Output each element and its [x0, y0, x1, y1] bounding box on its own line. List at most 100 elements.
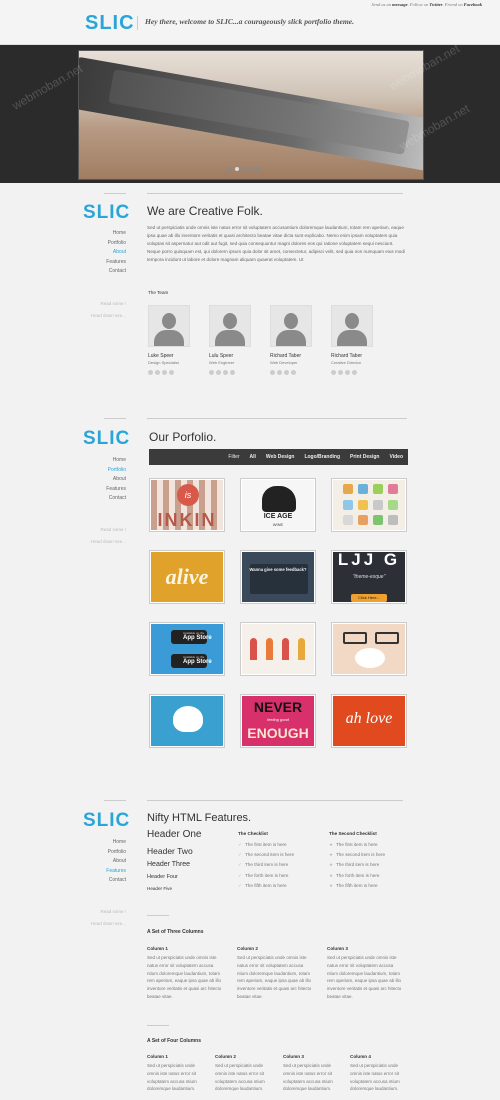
social-icon[interactable]: [148, 370, 153, 375]
app-icon: [373, 515, 383, 526]
nav-contact[interactable]: Contact: [82, 876, 126, 886]
social-icon[interactable]: [345, 370, 350, 375]
social-icon[interactable]: [331, 370, 336, 375]
social-icon[interactable]: [338, 370, 343, 375]
side-link[interactable]: Head down see...: [82, 536, 126, 548]
social-icon[interactable]: [223, 370, 228, 375]
checklist-item: ✓ The fifth item is here: [238, 881, 294, 891]
header-five: Header Five: [147, 886, 173, 891]
side-links: Read some ! Head down see...: [82, 906, 126, 930]
column-text: Sed ut perspiciatis unde omnis iste natu…: [327, 955, 402, 999]
nav-home[interactable]: Home: [82, 229, 126, 239]
nav-home[interactable]: Home: [82, 456, 126, 466]
portfolio-thumb[interactable]: LJJ G "theme-esque" Click Here...: [331, 550, 407, 604]
column: Column 1 Sed ut perspiciatis unde omnis …: [147, 946, 223, 1001]
side-links: Read some ! Head down see...: [82, 298, 126, 322]
rocket-icon: [266, 638, 273, 660]
filter-items: Filter All Web Design Logo/Branding Prin…: [223, 449, 408, 465]
slider-dot[interactable]: [249, 167, 253, 171]
side-link[interactable]: Read some !: [82, 298, 126, 310]
side-link[interactable]: Read some !: [82, 906, 126, 918]
checklist-item: ★ The third item is here: [329, 860, 385, 870]
nav-contact[interactable]: Contact: [82, 494, 126, 504]
column-title: Column 2: [237, 946, 258, 951]
member-name: Richard Taber: [331, 353, 363, 359]
portfolio-thumb[interactable]: [149, 694, 225, 748]
member-role: Creative Director: [331, 360, 362, 365]
side-link[interactable]: Read some !: [82, 524, 126, 536]
nav-features[interactable]: Features: [82, 258, 126, 268]
avatar: [209, 305, 251, 347]
side-link[interactable]: Head down see...: [82, 310, 126, 322]
nav-portfolio[interactable]: Portfolio: [82, 848, 126, 858]
portfolio-thumb[interactable]: ah love: [331, 694, 407, 748]
slider-dot[interactable]: [242, 167, 246, 171]
nav-about[interactable]: About: [82, 248, 126, 258]
section-logo[interactable]: SLIC: [83, 202, 130, 224]
social-icon[interactable]: [230, 370, 235, 375]
nav-contact[interactable]: Contact: [82, 267, 126, 277]
column: Column 3 Sed ut perspiciatis unde omnis …: [327, 946, 403, 1001]
portfolio-thumb[interactable]: [331, 622, 407, 676]
checklist: ✓ The first item is here ✓ The second item…: [238, 840, 294, 891]
portfolio-thumb[interactable]: INKIN is: [149, 478, 225, 532]
column: Column 4 Sed ut perspiciatis unde omnis …: [350, 1054, 408, 1093]
slider-dot[interactable]: [228, 167, 232, 171]
side-link[interactable]: Head down see...: [82, 918, 126, 930]
app-icon: [358, 484, 368, 494]
facebook-link[interactable]: Facebook: [464, 2, 482, 7]
section-logo[interactable]: SLIC: [83, 810, 130, 832]
portfolio-thumb[interactable]: [240, 622, 316, 676]
portfolio-thumb[interactable]: NEVER feeling good ENOUGH: [240, 694, 316, 748]
member-role: Web Engineer: [209, 360, 235, 365]
social-icons: [148, 370, 190, 375]
portfolio-thumb[interactable]: ICE AGE WINE: [240, 478, 316, 532]
twitter-link[interactable]: Twitter: [429, 2, 442, 7]
filter-all[interactable]: All: [245, 454, 261, 460]
nav-about[interactable]: About: [82, 857, 126, 867]
section-logo[interactable]: SLIC: [83, 428, 130, 450]
social-icon[interactable]: [216, 370, 221, 375]
thumb-title: LJJ G: [337, 552, 401, 569]
site-logo[interactable]: SLIC: [85, 12, 135, 35]
social-icon[interactable]: [291, 370, 296, 375]
social-icon[interactable]: [270, 370, 275, 375]
filter-logo-branding[interactable]: Logo/Branding: [299, 454, 345, 460]
section-title: We are Creative Folk.: [147, 204, 263, 218]
social-icon[interactable]: [169, 370, 174, 375]
message-link[interactable]: message: [392, 2, 408, 7]
member-role: Design Specialist: [148, 360, 179, 365]
social-icon[interactable]: [155, 370, 160, 375]
nav-portfolio[interactable]: Portfolio: [82, 466, 126, 476]
social-icon[interactable]: [352, 370, 357, 375]
star-icon: ★: [329, 882, 334, 888]
four-columns-title: A Set of Four Columns: [147, 1038, 201, 1044]
filter-web-design[interactable]: Web Design: [261, 454, 300, 460]
portfolio-thumb[interactable]: [331, 478, 407, 532]
portfolio-thumb[interactable]: alive: [149, 550, 225, 604]
social-icon[interactable]: [209, 370, 214, 375]
rocket-icon: [298, 638, 305, 660]
nav-portfolio[interactable]: Portfolio: [82, 239, 126, 249]
social-icon[interactable]: [277, 370, 282, 375]
slider-dot[interactable]: [256, 167, 260, 171]
rocket-icon: [250, 638, 257, 660]
slider-dot-active[interactable]: [235, 167, 239, 171]
column-title: Column 3: [327, 946, 348, 951]
member-role: Web Developer: [270, 360, 298, 365]
filter-video[interactable]: Video: [384, 454, 408, 460]
mammoth-image: [262, 486, 296, 512]
nav-about[interactable]: About: [82, 475, 126, 485]
social-icon[interactable]: [162, 370, 167, 375]
portfolio-thumb[interactable]: Wanna give some feedback?: [240, 550, 316, 604]
thumb-subtitle: WINE: [272, 522, 284, 527]
portfolio-thumb[interactable]: Available on the App Store Available on …: [149, 622, 225, 676]
nav-features[interactable]: Features: [82, 485, 126, 495]
avatar: [270, 305, 312, 347]
thumb-subtitle: ENOUGH: [247, 725, 309, 741]
nav-features[interactable]: Features: [82, 867, 126, 877]
social-icon[interactable]: [284, 370, 289, 375]
filter-print-design[interactable]: Print Design: [345, 454, 384, 460]
app-icon: [343, 484, 353, 494]
nav-home[interactable]: Home: [82, 838, 126, 848]
